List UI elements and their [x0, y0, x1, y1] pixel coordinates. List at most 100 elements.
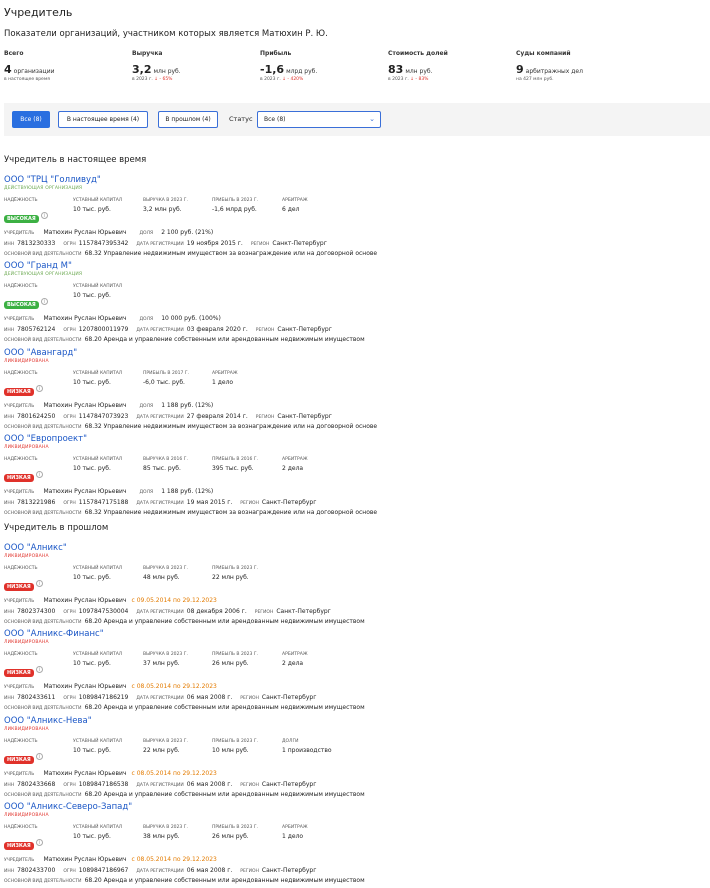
- activity-value: 68.20 Аренда и управление собственным ил…: [84, 618, 365, 625]
- info-icon[interactable]: i: [35, 753, 43, 760]
- metric-label: арбитраж: [212, 371, 238, 376]
- section-past-title: Учредитель в прошлом: [4, 523, 109, 533]
- company-status: ЛИКВИДИРОВАНА: [4, 554, 49, 559]
- stat-note: на 427 млн руб.: [516, 77, 554, 82]
- activity-row: основной вид деятельности 68.20 Аренда и …: [4, 694, 365, 713]
- stat-label: Прибыль: [260, 50, 292, 57]
- reliability-label: надёжность: [4, 566, 38, 571]
- metric-value: 395 тыс. руб.: [212, 465, 254, 472]
- capital-label: уставный капитал: [73, 198, 123, 203]
- capital-value: 10 тыс. руб.: [73, 206, 111, 213]
- company-name-link[interactable]: ООО "Алникс-Финанс": [4, 629, 104, 639]
- metric-value: 26 млн руб.: [212, 660, 249, 667]
- metric-value: -1,6 млрд руб.: [212, 206, 257, 213]
- stat-unit: млн руб.: [405, 68, 433, 75]
- activity-label: основной вид деятельности: [4, 511, 82, 516]
- metric-label: выручка в 2023 г.: [143, 652, 188, 657]
- metric-label: выручка в 2023 г.: [143, 198, 188, 203]
- activity-label: основной вид деятельности: [4, 879, 82, 884]
- metric-label: долги: [282, 739, 299, 744]
- metric-value: 10 млн руб.: [212, 747, 249, 754]
- activity-row: основной вид деятельности 68.32 Управлени…: [4, 499, 377, 518]
- company-name-link[interactable]: ООО "Авангард": [4, 348, 77, 358]
- company-status: ЛИКВИДИРОВАНА: [4, 727, 49, 732]
- metric-label: выручка в 2023 г.: [143, 566, 188, 571]
- company-name-link[interactable]: ООО "Европроект": [4, 434, 87, 444]
- capital-value: 10 тыс. руб.: [73, 465, 111, 472]
- activity-row: основной вид деятельности 68.20 Аренда и …: [4, 867, 365, 886]
- activity-label: основной вид деятельности: [4, 620, 82, 625]
- info-icon[interactable]: i: [35, 471, 43, 478]
- company-name-link[interactable]: ООО "ТРЦ "Голливуд": [4, 175, 101, 185]
- activity-value: 68.32 Управление недвижимым имуществом з…: [84, 423, 378, 430]
- stat-value: 9: [516, 63, 524, 76]
- company-name-link[interactable]: ООО "Алникс-Нева": [4, 716, 92, 726]
- activity-value: 68.32 Управление недвижимым имуществом з…: [84, 509, 378, 516]
- stat-delta: ↓ - 420%: [282, 77, 304, 82]
- stat-shares: Стоимость долей 83 млн руб. в 2023 г. ↓ -…: [388, 50, 448, 82]
- metric-label: прибыль в 2023 г.: [212, 652, 258, 657]
- metric-value: 22 млн руб.: [143, 747, 180, 754]
- metric-value: 48 млн руб.: [143, 574, 180, 581]
- capital-label: уставный капитал: [73, 825, 123, 830]
- stat-value: -1,6: [260, 63, 285, 76]
- activity-row: основной вид деятельности 68.32 Управлени…: [4, 240, 377, 259]
- company-name-link[interactable]: ООО "Алникс": [4, 543, 67, 553]
- metric-value: 6 дел: [282, 206, 300, 213]
- stat-unit: млрд руб.: [286, 68, 318, 75]
- company-status: ЛИКВИДИРОВАНА: [4, 445, 49, 450]
- stat-note: в 2023 г.: [132, 77, 153, 82]
- reliability-label: надёжность: [4, 825, 38, 830]
- metric-label: прибыль в 2017 г.: [143, 371, 189, 376]
- stat-label: Стоимость долей: [388, 50, 448, 57]
- activity-value: 68.20 Аренда и управление собственным ил…: [84, 791, 365, 798]
- page-subtitle: Показатели организаций, участником котор…: [4, 29, 328, 39]
- reliability-label: надёжность: [4, 198, 38, 203]
- activity-value: 68.20 Аренда и управление собственным ил…: [84, 704, 365, 711]
- metric-value: 3,2 млн руб.: [143, 206, 182, 213]
- activity-value: 68.32 Управление недвижимым имуществом з…: [84, 250, 378, 257]
- stat-value: 3,2: [132, 63, 152, 76]
- stat-delta: ↓ - 83%: [410, 77, 429, 82]
- capital-label: уставный капитал: [73, 457, 123, 462]
- status-filter-label: Статус: [229, 115, 253, 123]
- info-icon[interactable]: i: [35, 839, 43, 846]
- stat-profit: Прибыль -1,6 млрд руб. в 2023 г. ↓ - 420%: [260, 50, 317, 82]
- metric-value: 1 дело: [212, 379, 234, 386]
- activity-row: основной вид деятельности 68.20 Аренда и …: [4, 608, 365, 627]
- stat-value: 83: [388, 63, 404, 76]
- info-icon[interactable]: i: [35, 666, 43, 673]
- activity-label: основной вид деятельности: [4, 793, 82, 798]
- capital-value: 10 тыс. руб.: [73, 747, 111, 754]
- company-name-link[interactable]: ООО "Гранд М": [4, 261, 72, 271]
- activity-value: 68.20 Аренда и управление собственным ил…: [84, 877, 365, 884]
- capital-value: 10 тыс. руб.: [73, 379, 111, 386]
- filter-all-button[interactable]: Все (8): [12, 111, 50, 128]
- stat-note: в 2023 г.: [260, 77, 281, 82]
- capital-value: 10 тыс. руб.: [73, 574, 111, 581]
- company-name-link[interactable]: ООО "Алникс-Северо-Запад": [4, 802, 132, 812]
- chevron-down-icon: ⌄: [369, 115, 375, 123]
- stat-unit: млн руб.: [153, 68, 181, 75]
- status-select[interactable]: Все (8) ⌄: [257, 111, 381, 128]
- filter-past-button[interactable]: В прошлом (4): [158, 111, 218, 128]
- reliability-label: надёжность: [4, 457, 38, 462]
- capital-label: уставный капитал: [73, 371, 123, 376]
- stat-label: Выручка: [132, 50, 163, 57]
- stat-courts: Суды компаний 9 арбитражных дел на 427 мл…: [516, 50, 583, 82]
- status-select-value: Все (8): [264, 116, 286, 123]
- metric-label: арбитраж: [282, 457, 308, 462]
- filter-current-button[interactable]: В настоящее время (4): [58, 111, 148, 128]
- company-status: ДЕЙСТВУЮЩАЯ ОРГАНИЗАЦИЯ: [4, 186, 83, 191]
- metric-label: прибыль в 2023 г.: [212, 198, 258, 203]
- capital-label: уставный капитал: [73, 284, 123, 289]
- activity-label: основной вид деятельности: [4, 252, 82, 257]
- info-icon[interactable]: i: [35, 385, 43, 392]
- metric-label: выручка в 2023 г.: [143, 739, 188, 744]
- info-icon[interactable]: i: [35, 580, 43, 587]
- metric-label: прибыль в 2023 г.: [212, 825, 258, 830]
- info-icon[interactable]: i: [40, 298, 48, 305]
- metric-label: выручка в 2016 г.: [143, 457, 188, 462]
- info-icon[interactable]: i: [40, 212, 48, 219]
- company-status: ЛИКВИДИРОВАНА: [4, 640, 49, 645]
